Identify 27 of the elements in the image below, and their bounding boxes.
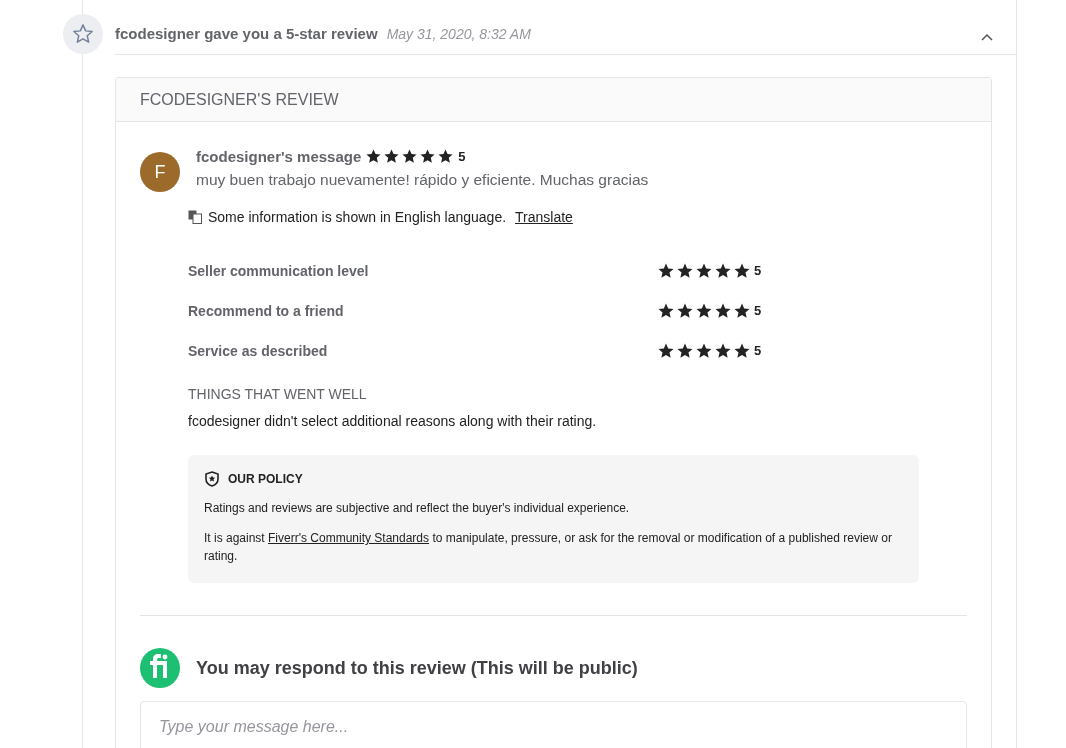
policy-text: It is against Fiverr's Community Standards to manipulate, pressure, or ask for the removal or modification of a published review or rating. xyxy=(204,530,893,565)
avatar: F xyxy=(140,152,180,192)
translate-link[interactable]: Translate xyxy=(515,209,573,225)
translation-notice: Some information is shown in English language. xyxy=(208,209,507,225)
fiverr-logo-icon xyxy=(140,648,180,688)
response-input-field[interactable]: Type your message here... xyxy=(140,701,967,748)
rating-label: Service as described xyxy=(188,342,329,359)
respond-title: You may respond to this review (This will be public) xyxy=(196,657,638,679)
section-heading: THINGS THAT WENT WELL xyxy=(188,386,368,402)
rating-score: 5 xyxy=(458,149,466,164)
star-outline-icon xyxy=(72,22,94,45)
review-message: muy buen trabajo nuevamente! rápido y eficiente. Muchas gracias xyxy=(196,171,649,189)
community-standards-link[interactable]: Fiverr's Community Standards xyxy=(268,531,430,545)
rating-score: 5 xyxy=(754,263,762,278)
rating-label: Seller communication level xyxy=(188,262,370,279)
rating-label: Recommend to a friend xyxy=(188,302,345,319)
rating-score: 5 xyxy=(754,343,762,358)
notification-time: May 31, 2020, 8:32 AM xyxy=(386,25,531,42)
review-heading: FCODESIGNER'S REVIEW xyxy=(140,90,339,109)
shield-icon xyxy=(204,471,220,487)
rating-score: 5 xyxy=(754,303,762,318)
message-author: fcodesigner's message xyxy=(196,148,362,165)
policy-text: Ratings and reviews are subjective and reflect the buyer's individual experience. xyxy=(204,500,631,517)
notification-title: fcodesigner gave you a 5-star review xyxy=(115,25,378,42)
section-text: fcodesigner didn't select additional reasons along with their rating. xyxy=(188,413,598,429)
policy-heading: OUR POLICY xyxy=(228,472,303,486)
translate-icon xyxy=(188,210,202,224)
